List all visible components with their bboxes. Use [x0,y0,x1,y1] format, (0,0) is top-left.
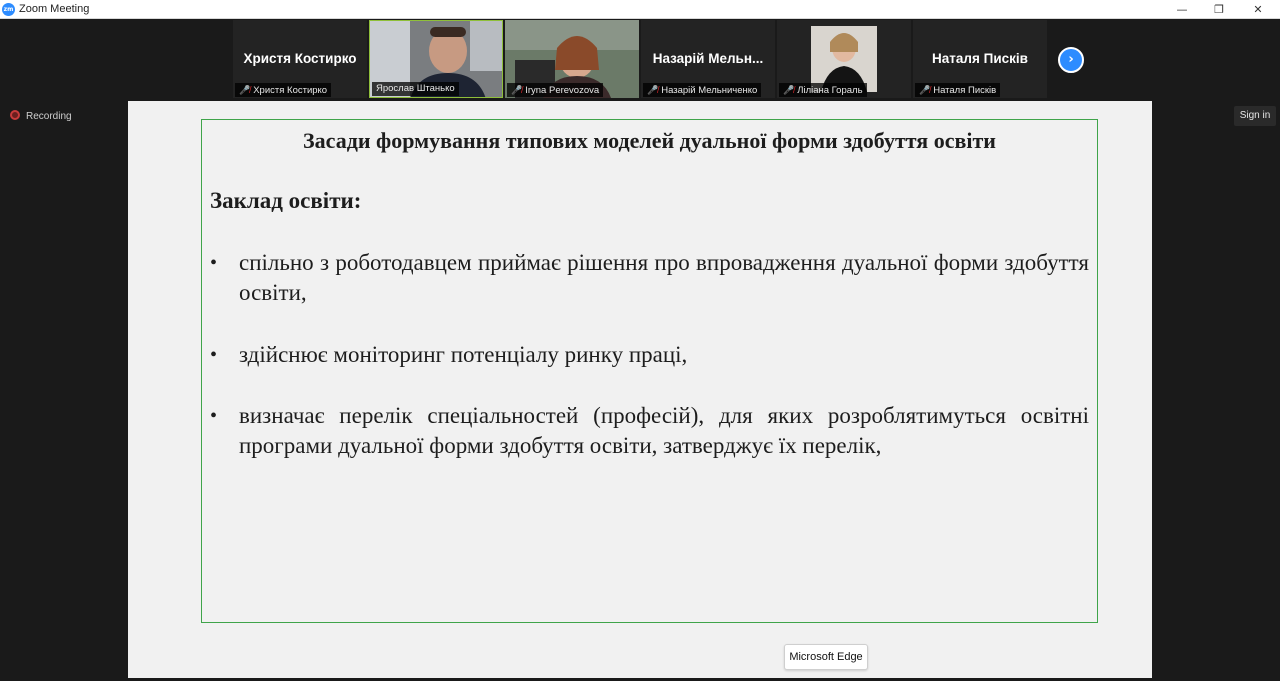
participant-tile[interactable]: Назарій Мельн... 🎤̸ Назарій Мельниченко [641,20,775,98]
microsoft-edge-tooltip: Microsoft Edge [784,644,868,670]
participant-tile-active-speaker[interactable]: Ярослав Штанько [369,20,503,98]
mic-muted-icon: 🎤̸ [511,85,523,95]
recording-indicator[interactable]: Recording [10,110,72,122]
participant-tile[interactable]: 🎤̸ Iryna Perevozova [505,20,639,98]
window-titlebar: zm Zoom Meeting — ❐ ✕ [0,0,1280,19]
participant-display-name: Христя Костирко [243,51,357,66]
slide-bullet: • спільно з роботодавцем приймає рішення… [210,248,1089,308]
participant-label-text: Iryna Perevozova [525,85,600,96]
window-title: Zoom Meeting [19,3,90,15]
mic-muted-icon: 🎤̸ [647,85,659,95]
mic-muted-icon: 🎤̸ [919,85,931,95]
bullet-icon: • [210,405,218,427]
mic-muted-icon: 🎤̸ [239,85,251,95]
bullet-icon: • [210,344,218,366]
participant-tile[interactable]: 🎤̸ Ліліана Гораль [777,20,911,98]
participant-label-text: Наталя Писків [933,85,997,96]
shared-screen: Засади формування типових моделей дуальн… [128,101,1152,678]
participant-name-label: 🎤̸ Ліліана Гораль [779,83,867,97]
participant-display-name: Назарій Мельн... [652,51,764,66]
participant-tile[interactable]: Наталя Писків 🎤̸ Наталя Писків [913,20,1047,98]
participant-tile[interactable]: Христя Костирко 🎤̸ Христя Костирко [233,20,367,98]
restore-button[interactable]: ❐ [1201,0,1237,19]
participant-label-text: Ярослав Штанько [376,83,455,94]
zoom-logo-icon: zm [2,3,15,16]
next-page-chevron-right-icon[interactable]: › [1058,47,1084,73]
bullet-icon: • [210,252,218,274]
minimize-button[interactable]: — [1164,0,1200,19]
participant-label-text: Назарій Мельниченко [661,85,758,96]
slide-subtitle: Заклад освіти: [210,188,362,213]
slide-title: Засади формування типових моделей дуальн… [303,128,996,153]
mic-muted-icon: 🎤̸ [783,85,795,95]
recording-label: Recording [26,111,72,122]
participant-name-label: 🎤̸ Христя Костирко [235,83,332,97]
presentation-slide: Засади формування типових моделей дуальн… [201,119,1098,623]
slide-bullet-text: здійснює моніторинг потенціалу ринку пра… [239,342,688,367]
participant-display-name: Наталя Писків [932,51,1028,66]
slide-bullet: • здійснює моніторинг потенціалу ринку п… [210,340,1089,370]
sign-in-button[interactable]: Sign in [1234,106,1276,126]
participant-name-label: 🎤̸ Iryna Perevozova [507,83,604,97]
slide-bullet-text: спільно з роботодавцем приймає рішення п… [239,250,1089,305]
participant-name-label: Ярослав Штанько [372,82,459,96]
recording-icon [10,110,20,120]
slide-bullet: • визначає перелік спеціальностей (профе… [210,401,1089,461]
slide-bullet-text: визначає перелік спеціальностей (професі… [239,403,1089,458]
participant-strip: Христя Костирко 🎤̸ Христя Костирко Яросла… [233,20,1093,99]
participant-label-text: Ліліана Гораль [797,85,863,96]
participant-name-label: 🎤̸ Наталя Писків [915,83,1001,97]
participant-label-text: Христя Костирко [253,85,328,96]
close-button[interactable]: ✕ [1240,0,1276,19]
participant-name-label: 🎤̸ Назарій Мельниченко [643,83,762,97]
